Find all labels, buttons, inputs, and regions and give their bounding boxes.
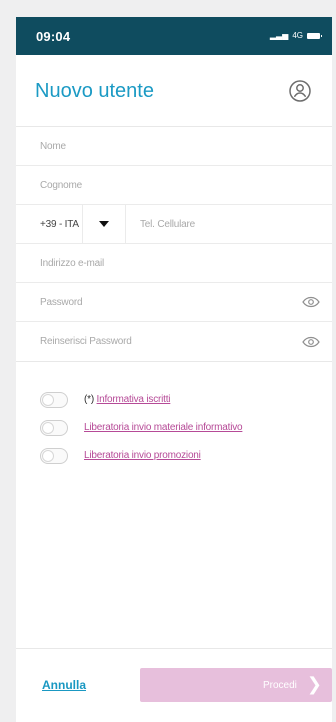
- status-time: 09:04: [36, 28, 71, 44]
- consent-text: (*) Informativa iscritti: [84, 394, 171, 405]
- consent-link[interactable]: Liberatoria invio materiale informativo: [84, 422, 243, 433]
- chevron-right-icon: ❯: [306, 674, 322, 694]
- email-field[interactable]: Indirizzo e-mail: [16, 244, 332, 283]
- password-input[interactable]: Password: [40, 297, 302, 308]
- toggle-switch[interactable]: [40, 391, 68, 408]
- cancel-button[interactable]: Annulla: [42, 678, 86, 692]
- status-bar: 09:04 ▂▃▅ 4G: [16, 17, 332, 55]
- consent-link[interactable]: Informativa iscritti: [97, 394, 171, 405]
- email-input[interactable]: Indirizzo e-mail: [40, 258, 320, 269]
- proceed-button[interactable]: Procedi ❯: [140, 668, 332, 702]
- country-dropdown[interactable]: [82, 205, 126, 243]
- mobile-input[interactable]: Tel. Cellulare: [126, 219, 332, 230]
- consent-prefix: (*): [84, 394, 97, 405]
- toggle-switch[interactable]: [40, 419, 68, 436]
- proceed-label: Procedi: [263, 679, 297, 691]
- network-label: 4G: [292, 31, 303, 40]
- consent-text: Liberatoria invio promozioni: [84, 450, 201, 461]
- chevron-down-icon[interactable]: [99, 221, 109, 227]
- toggle-switch[interactable]: [40, 447, 68, 464]
- page-title: Nuovo utente: [35, 79, 154, 102]
- name-field[interactable]: Nome: [16, 127, 332, 166]
- battery-icon: [307, 33, 322, 39]
- registration-form: Nome Cognome +39 - ITA Tel. Cellulare In…: [16, 126, 332, 362]
- surname-input[interactable]: Cognome: [40, 180, 320, 191]
- eye-icon[interactable]: [302, 336, 320, 348]
- footer-actions: Annulla Procedi ❯: [16, 660, 332, 710]
- name-input[interactable]: Nome: [40, 141, 320, 152]
- phone-screen: 09:04 ▂▃▅ 4G Nuovo utente Nome Cognome +…: [16, 17, 332, 722]
- phone-field[interactable]: +39 - ITA Tel. Cellulare: [16, 205, 332, 244]
- page-header: Nuovo utente: [16, 55, 332, 127]
- footer-divider: [16, 648, 332, 649]
- signal-icon: ▂▃▅: [269, 31, 289, 40]
- country-prefix[interactable]: +39 - ITA: [16, 219, 82, 230]
- password-field[interactable]: Password: [16, 283, 332, 322]
- status-icons: ▂▃▅ 4G: [269, 31, 322, 40]
- consent-link[interactable]: Liberatoria invio promozioni: [84, 450, 201, 461]
- confirm-password-field[interactable]: Reinserisci Password: [16, 322, 332, 361]
- surname-field[interactable]: Cognome: [16, 166, 332, 205]
- consent-item-2[interactable]: Liberatoria invio materiale informativo: [40, 415, 320, 440]
- user-icon[interactable]: [288, 79, 312, 103]
- consents-section: (*) Informativa iscritti Liberatoria inv…: [16, 387, 332, 468]
- eye-icon[interactable]: [302, 296, 320, 308]
- confirm-password-input[interactable]: Reinserisci Password: [40, 336, 302, 347]
- consent-text: Liberatoria invio materiale informativo: [84, 422, 243, 433]
- consent-item-1[interactable]: (*) Informativa iscritti: [40, 387, 320, 412]
- consent-item-3[interactable]: Liberatoria invio promozioni: [40, 443, 320, 468]
